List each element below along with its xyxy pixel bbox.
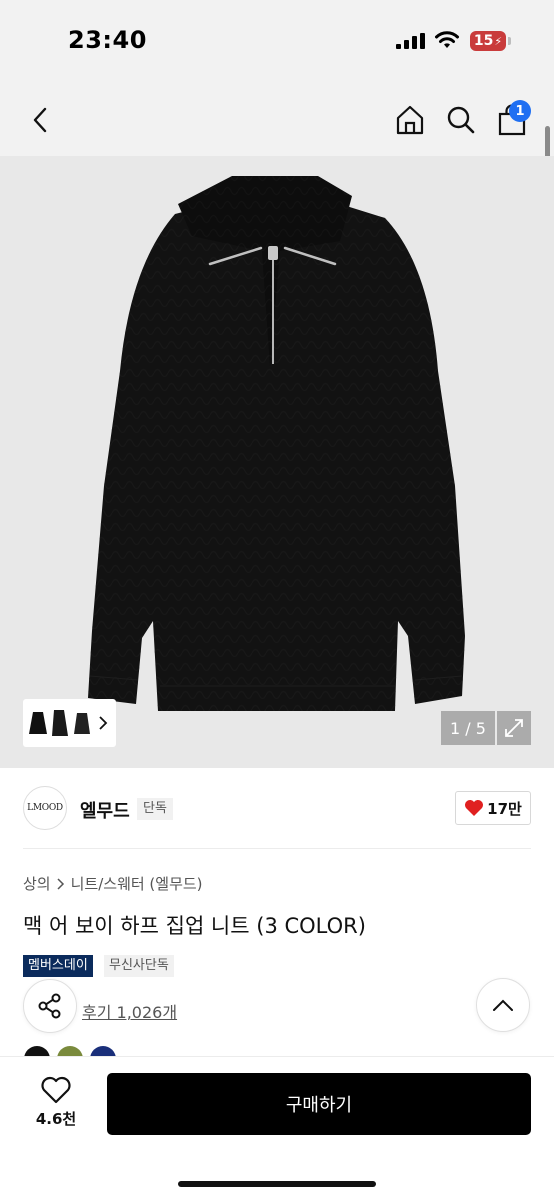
heart-filled-icon [465, 800, 484, 816]
thumbnail-strip[interactable] [23, 699, 116, 747]
sweater-illustration [88, 176, 465, 711]
home-icon [396, 105, 424, 135]
status-time: 23:40 [68, 26, 147, 54]
battery-level: 15 [473, 33, 494, 49]
breadcrumb-category[interactable]: 상의 [23, 873, 51, 894]
divider [23, 848, 531, 849]
brand-name[interactable]: 엘무드 [80, 797, 130, 823]
thumbnail-side [52, 710, 68, 736]
signal-icon [396, 33, 425, 49]
chevron-right-icon [57, 877, 64, 890]
battery-tip [508, 37, 511, 45]
brand-like-button[interactable]: 17만 [455, 791, 531, 825]
expand-icon [505, 719, 523, 737]
scroll-top-button[interactable] [476, 978, 530, 1032]
home-button[interactable] [392, 102, 428, 138]
brand-exclusive-tag: 단독 [137, 798, 173, 820]
buy-button[interactable]: 구매하기 [107, 1073, 531, 1135]
share-button[interactable] [23, 979, 77, 1033]
wish-count: 4.6천 [35, 1110, 77, 1128]
back-icon [33, 107, 47, 133]
cart-badge: 1 [509, 100, 531, 122]
chevron-up-icon [493, 999, 513, 1011]
battery-icon: 15 ⚡ [470, 31, 506, 51]
page-counter: 1 / 5 [441, 711, 495, 745]
brand-logo[interactable]: LMOOD [23, 786, 67, 830]
thumbnail-front [29, 712, 47, 734]
search-icon [447, 106, 475, 134]
share-icon [38, 993, 61, 1019]
like-count: 17만 [487, 799, 522, 818]
chevron-right-icon[interactable] [98, 716, 108, 730]
wifi-icon [435, 31, 459, 48]
product-image[interactable] [0, 156, 554, 768]
expand-button[interactable] [497, 711, 531, 745]
product-title: 맥 어 보이 하프 집업 니트 (3 COLOR) [23, 914, 366, 938]
tag-member-day: 멤버스데이 [23, 955, 93, 977]
tag-musinsa-exclusive: 무신사단독 [104, 955, 174, 977]
breadcrumb: 상의 니트/스웨터 (엘무드) [23, 873, 203, 894]
breadcrumb-subcategory[interactable]: 니트/스웨터 (엘무드) [71, 873, 203, 894]
back-button[interactable] [24, 102, 56, 138]
home-indicator[interactable] [178, 1181, 376, 1187]
search-button[interactable] [443, 102, 479, 138]
thumbnail-back [74, 713, 90, 734]
heart-outline-icon[interactable] [40, 1075, 72, 1105]
review-link[interactable]: 후기 1,026개 [82, 999, 177, 1023]
